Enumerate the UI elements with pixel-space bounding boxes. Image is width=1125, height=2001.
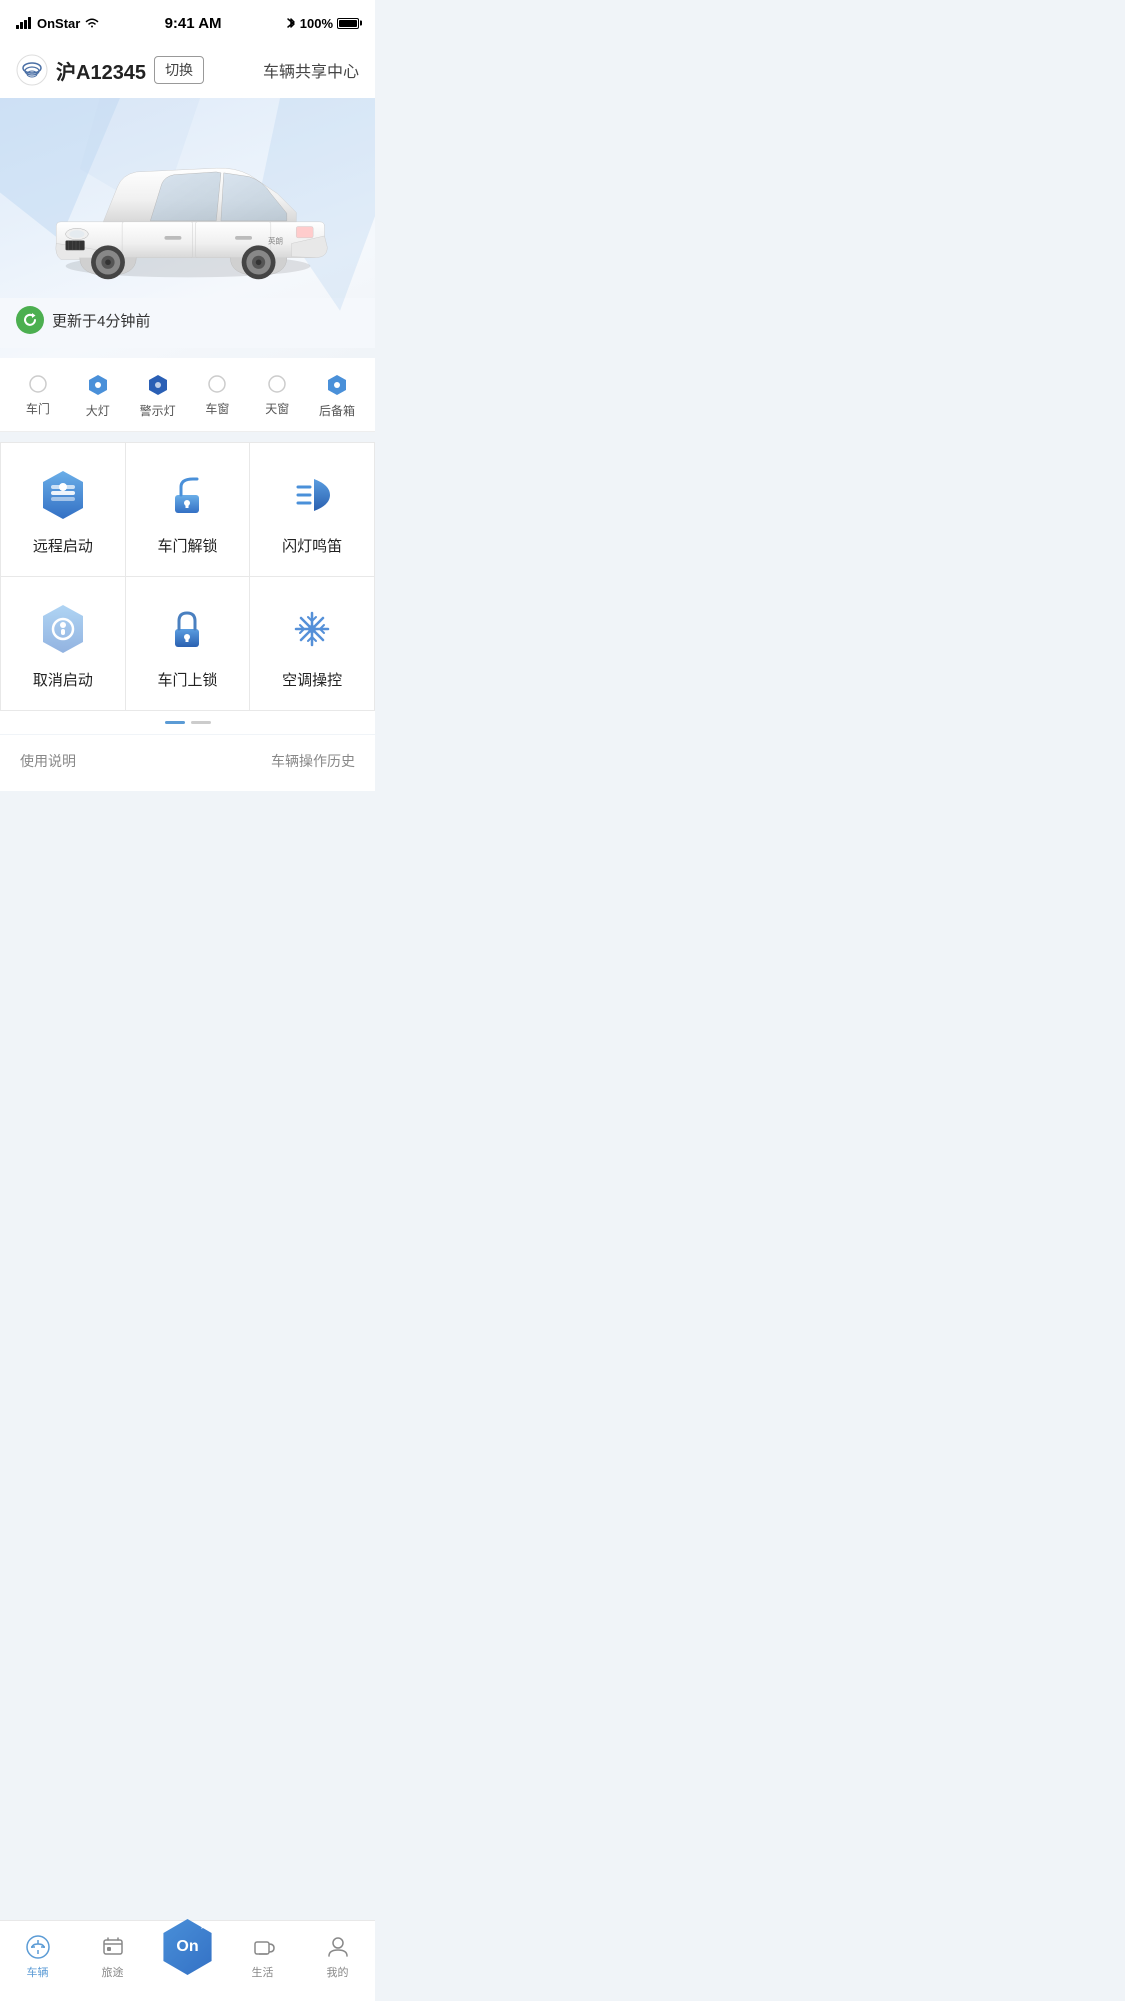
plate-number: 沪A12345 [56, 56, 146, 85]
flash-horn-button[interactable]: 闪灯鸣笛 [250, 443, 375, 577]
nav-item-trip[interactable]: 旅途 [75, 1934, 150, 1980]
status-left: OnStar [16, 16, 100, 31]
flash-horn-label: 闪灯鸣笛 [282, 535, 342, 556]
status-item-trunk[interactable]: 后备箱 [307, 374, 367, 419]
bottom-nav: 车辆 旅途 On ★ 生活 [0, 1920, 375, 2001]
nav-item-life[interactable]: 生活 [225, 1934, 300, 1980]
remote-start-label: 远程启动 [33, 535, 93, 556]
ac-control-label: 空调操控 [282, 669, 342, 690]
status-right: 100% [286, 16, 359, 31]
door-unlock-icon [159, 467, 215, 523]
header: 沪A12345 切换 车辆共享中心 [0, 44, 375, 98]
cancel-start-label: 取消启动 [33, 669, 93, 690]
page-dot-1[interactable] [165, 721, 185, 724]
share-center[interactable]: 车辆共享中心 [263, 58, 359, 82]
page-dot-2[interactable] [191, 721, 211, 724]
life-nav-icon [250, 1934, 276, 1960]
status-item-sunroof[interactable]: 天窗 [247, 374, 307, 417]
sunroof-status-label: 天窗 [265, 400, 289, 417]
window-status-icon [207, 374, 227, 394]
signal-icon [16, 17, 33, 29]
sunroof-status-icon [267, 374, 287, 394]
status-item-window[interactable]: 车窗 [187, 374, 247, 417]
buick-logo [16, 54, 48, 86]
onstar-star: ★ [199, 1921, 207, 1932]
car-image: 英朗 [0, 98, 375, 298]
instructions-link[interactable]: 使用说明 [20, 751, 76, 771]
battery-percent: 100% [300, 16, 333, 31]
history-link[interactable]: 车辆操作历史 [271, 751, 355, 771]
headlight-status-icon [87, 374, 109, 396]
header-left: 沪A12345 切换 [16, 54, 204, 86]
door-lock-icon [159, 601, 215, 657]
profile-nav-icon [325, 1934, 351, 1960]
status-item-headlight[interactable]: 大灯 [68, 374, 128, 419]
status-item-door[interactable]: 车门 [8, 374, 68, 417]
trip-nav-icon [100, 1934, 126, 1960]
carrier-name: OnStar [37, 16, 80, 31]
ac-control-icon [284, 601, 340, 657]
nav-trip-label: 旅途 [102, 1964, 124, 1980]
door-status-label: 车门 [26, 400, 50, 417]
status-item-hazard[interactable]: 警示灯 [128, 374, 188, 419]
nav-item-onstar[interactable]: On ★ [150, 1919, 225, 1975]
onstar-label: On [176, 1938, 198, 1956]
links-row: 使用说明 车辆操作历史 [0, 735, 375, 791]
wifi-icon [84, 17, 100, 29]
battery-icon [337, 18, 359, 29]
nav-item-vehicle[interactable]: 车辆 [0, 1934, 75, 1980]
trunk-status-label: 后备箱 [319, 402, 355, 419]
door-unlock-button[interactable]: 车门解锁 [126, 443, 251, 577]
nav-life-label: 生活 [252, 1964, 274, 1980]
cancel-start-icon [35, 601, 91, 657]
flash-horn-icon [284, 467, 340, 523]
cancel-start-button[interactable]: 取消启动 [1, 577, 126, 711]
nav-vehicle-label: 车辆 [27, 1964, 49, 1980]
hero-section: 英朗 更新于4分钟前 [0, 98, 375, 358]
hazard-status-icon [147, 374, 169, 396]
door-lock-button[interactable]: 车门上锁 [126, 577, 251, 711]
headlight-status-label: 大灯 [86, 402, 110, 419]
car-nav-icon [25, 1934, 51, 1960]
trunk-status-icon [326, 374, 348, 396]
action-grid: 远程启动 车门解锁 [0, 442, 375, 711]
door-status-icon [28, 374, 48, 394]
door-unlock-label: 车门解锁 [157, 535, 217, 556]
ac-control-button[interactable]: 空调操控 [250, 577, 375, 711]
hazard-status-label: 警示灯 [140, 402, 176, 419]
window-status-label: 车窗 [205, 400, 229, 417]
door-lock-label: 车门上锁 [157, 669, 217, 690]
status-icons-row: 车门 大灯 警示灯 车窗 天窗 后备箱 [0, 358, 375, 432]
remote-start-icon [35, 467, 91, 523]
nav-profile-label: 我的 [327, 1964, 349, 1980]
remote-start-button[interactable]: 远程启动 [1, 443, 126, 577]
pagination-dots [0, 711, 375, 734]
bluetooth-icon [286, 16, 296, 30]
status-bar: OnStar 9:41 AM 100% [0, 0, 375, 44]
svg-text:英朗: 英朗 [268, 235, 283, 245]
switch-button[interactable]: 切换 [154, 56, 204, 84]
nav-item-profile[interactable]: 我的 [300, 1934, 375, 1980]
status-time: 9:41 AM [165, 15, 222, 32]
